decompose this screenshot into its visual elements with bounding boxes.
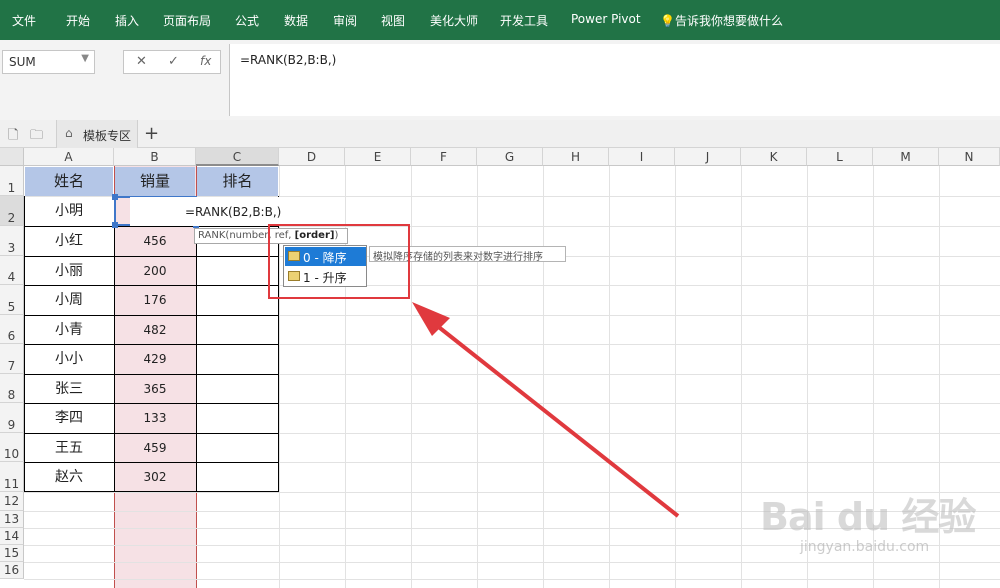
baidu-watermark-url: jingyan.baidu.com bbox=[800, 539, 930, 555]
baidu-watermark-logo: Bai du 经验 bbox=[760, 495, 976, 539]
